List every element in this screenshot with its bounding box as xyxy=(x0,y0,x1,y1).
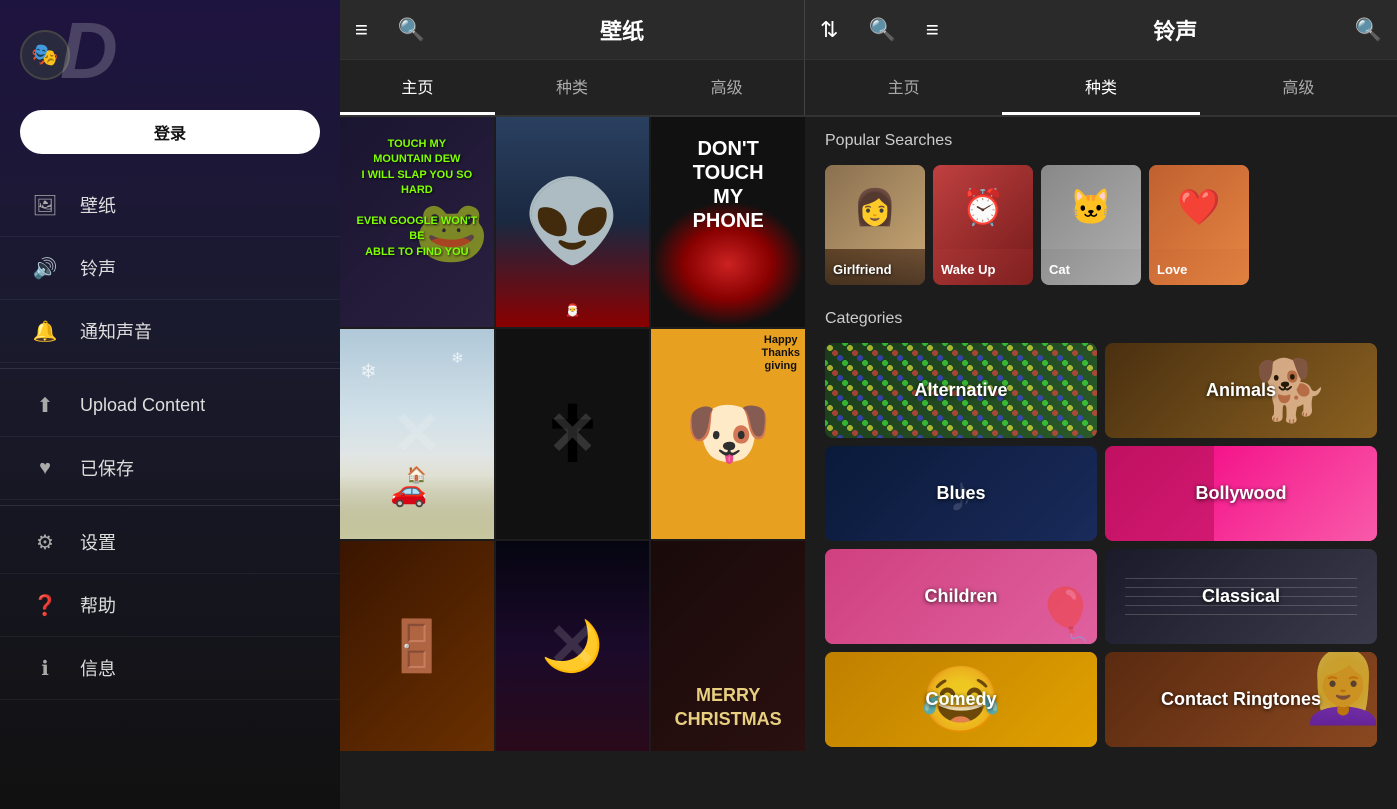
sidebar-item-wallpaper[interactable]: 🖼 壁纸 xyxy=(0,174,340,237)
content-area: 🐸 TOUCH MYMOUNTAIN DEWI WILL SLAP YOU SO… xyxy=(340,117,1397,809)
info-label: 信息 xyxy=(80,655,116,681)
popular-searches-title: Popular Searches xyxy=(825,132,1377,150)
category-animals[interactable]: 🐕 Animals xyxy=(1105,343,1377,438)
info-icon: ℹ xyxy=(30,653,60,683)
help-icon: ❓ xyxy=(30,590,60,620)
saved-label: 已保存 xyxy=(80,455,134,481)
sidebar-item-notification[interactable]: 🔔 通知声音 xyxy=(0,300,340,363)
wallpaper-title: 壁纸 xyxy=(440,14,804,46)
search-thumb-wakeup[interactable]: ⏰ Wake Up xyxy=(933,165,1033,285)
wallpaper-item-7[interactable]: 🚪 xyxy=(340,541,494,751)
category-classical[interactable]: Classical xyxy=(1105,549,1377,644)
sidebar-item-upload[interactable]: ⬆ Upload Content xyxy=(0,374,340,437)
tab-wallpaper-home[interactable]: 主页 xyxy=(340,60,495,115)
login-button[interactable]: 登录 xyxy=(20,110,320,154)
girlfriend-label: Girlfriend xyxy=(833,262,892,277)
search-thumbs-row: Girlfriend 👩 ⏰ Wake Up 🐱 Cat xyxy=(825,165,1377,285)
wallpaper-item-1[interactable]: 🐸 TOUCH MYMOUNTAIN DEWI WILL SLAP YOU SO… xyxy=(340,117,494,327)
sidebar-item-settings[interactable]: ⚙ 设置 xyxy=(0,511,340,574)
search-thumb-love[interactable]: ❤️ Love xyxy=(1149,165,1249,285)
wallpaper-search-icon[interactable]: 🔍 xyxy=(383,17,440,43)
owl-icon: 🎭 xyxy=(31,42,58,68)
sidebar-nav: 🖼 壁纸 🔊 铃声 🔔 通知声音 ⬆ Upload Content ♥ 已保存 … xyxy=(0,174,340,789)
sidebar: 🎭 D 登录 🖼 壁纸 🔊 铃声 🔔 通知声音 ⬆ Upload Content… xyxy=(0,0,340,809)
tab-ringtone-home[interactable]: 主页 xyxy=(805,60,1002,115)
tab-wallpaper-category[interactable]: 种类 xyxy=(495,60,650,115)
watermark-8: ✕ xyxy=(547,611,597,681)
main-content: ≡ 🔍 壁纸 ⇅ 🔍 ≡ 铃声 🔍 主页 种类 高级 主页 种类 高级 xyxy=(340,0,1397,809)
category-blues[interactable]: ♪ Blues xyxy=(825,446,1097,541)
children-label: Children xyxy=(924,586,997,607)
topbar: ≡ 🔍 壁纸 ⇅ 🔍 ≡ 铃声 🔍 xyxy=(340,0,1397,60)
settings-label: 设置 xyxy=(80,529,116,555)
categories-grid: Alternative 🐕 Animals ♪ Blues Bollywood … xyxy=(825,343,1377,747)
ringtone-menu-icon[interactable]: ≡ xyxy=(911,17,954,43)
wallpaper-item-4[interactable]: 🏠 🚗 ❄ ❄ ✕ xyxy=(340,329,494,539)
ringtone-icon: 🔊 xyxy=(30,253,60,283)
category-alternative[interactable]: Alternative xyxy=(825,343,1097,438)
ringtone-tabs: 主页 种类 高级 xyxy=(805,60,1397,115)
global-search-icon[interactable]: 🔍 xyxy=(1355,17,1382,43)
contact-ringtones-label: Contact Ringtones xyxy=(1161,689,1321,710)
classical-label: Classical xyxy=(1202,586,1280,607)
upload-label: Upload Content xyxy=(80,395,205,416)
ringtone-title: 铃声 xyxy=(954,14,1397,46)
ringtone-sort-icon[interactable]: ⇅ xyxy=(805,17,853,43)
alternative-label: Alternative xyxy=(914,380,1007,401)
watermark-4: ✕ xyxy=(392,399,442,469)
category-children[interactable]: 🎈 Children xyxy=(825,549,1097,644)
help-label: 帮助 xyxy=(80,592,116,618)
bollywood-label: Bollywood xyxy=(1196,483,1287,504)
ringtone-label: 铃声 xyxy=(80,255,116,281)
animals-label: Animals xyxy=(1206,380,1276,401)
saved-icon: ♥ xyxy=(30,453,60,483)
nav-divider xyxy=(0,368,340,369)
wallpaper-grid: 🐸 TOUCH MYMOUNTAIN DEWI WILL SLAP YOU SO… xyxy=(340,117,805,809)
notification-icon: 🔔 xyxy=(30,316,60,346)
ringtone-search-icon[interactable]: 🔍 xyxy=(853,17,910,43)
tabs-bar: 主页 种类 高级 主页 种类 高级 xyxy=(340,60,1397,117)
watermark-5: ✕ xyxy=(547,399,597,469)
blues-label: Blues xyxy=(936,483,985,504)
tab-ringtone-advanced[interactable]: 高级 xyxy=(1200,60,1397,115)
wallpaper-item-3[interactable]: DON'TTOUCHMYPHONE xyxy=(651,117,805,327)
sidebar-item-saved[interactable]: ♥ 已保存 xyxy=(0,437,340,500)
comedy-label: Comedy xyxy=(925,689,996,710)
notification-label: 通知声音 xyxy=(80,318,152,344)
sidebar-logo: 🎭 D xyxy=(0,20,340,100)
wallpaper-menu-icon[interactable]: ≡ xyxy=(340,17,383,43)
wallpaper-icon: 🖼 xyxy=(30,190,60,220)
category-contact-ringtones[interactable]: 👱‍♀️ Contact Ringtones xyxy=(1105,652,1377,747)
wallpaper-item-6[interactable]: HappyThanksgiving 🐶 xyxy=(651,329,805,539)
wallpaper-item-2[interactable]: 👽 🎅 xyxy=(496,117,650,327)
logo-d-letter: D xyxy=(60,5,118,97)
wall-text-1: TOUCH MYMOUNTAIN DEWI WILL SLAP YOU SO H… xyxy=(350,137,484,260)
search-thumb-girlfriend[interactable]: Girlfriend 👩 xyxy=(825,165,925,285)
settings-icon: ⚙ xyxy=(30,527,60,557)
category-bollywood[interactable]: Bollywood xyxy=(1105,446,1377,541)
wallpaper-item-8[interactable]: 🌙 ✕ xyxy=(496,541,650,751)
wallpaper-item-9[interactable]: MERRYCHRISTMAS xyxy=(651,541,805,751)
wallpaper-topbar: ≡ 🔍 壁纸 xyxy=(340,0,805,59)
wallpaper-item-5[interactable]: ✝ ✕ xyxy=(496,329,650,539)
tab-wallpaper-advanced[interactable]: 高级 xyxy=(649,60,804,115)
category-comedy[interactable]: 😂 Comedy xyxy=(825,652,1097,747)
tab-ringtone-category[interactable]: 种类 xyxy=(1002,60,1199,115)
nav-divider-2 xyxy=(0,505,340,506)
sidebar-item-ringtone[interactable]: 🔊 铃声 xyxy=(0,237,340,300)
wallpaper-label: 壁纸 xyxy=(80,192,116,218)
sidebar-item-help[interactable]: ❓ 帮助 xyxy=(0,574,340,637)
ringtone-topbar: ⇅ 🔍 ≡ 铃声 🔍 xyxy=(805,0,1397,59)
sidebar-item-info[interactable]: ℹ 信息 xyxy=(0,637,340,700)
search-thumb-cat[interactable]: 🐱 Cat xyxy=(1041,165,1141,285)
categories-title: Categories xyxy=(825,310,1377,328)
wallpaper-tabs: 主页 种类 高级 xyxy=(340,60,805,115)
upload-icon: ⬆ xyxy=(30,390,60,420)
ringtone-panel: Popular Searches Girlfriend 👩 ⏰ Wake Up xyxy=(805,117,1397,809)
